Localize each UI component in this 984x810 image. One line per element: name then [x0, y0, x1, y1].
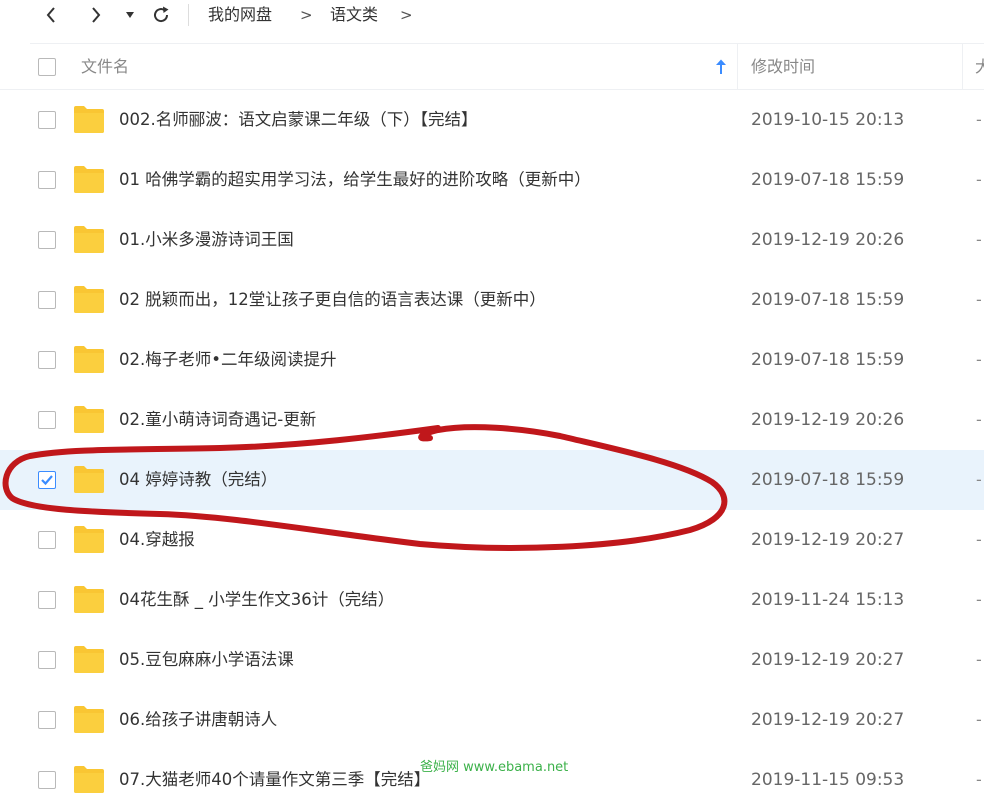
refresh-button[interactable] [148, 0, 174, 30]
file-row[interactable]: 06.给孩子讲唐朝诗人 2019-12-19 20:27 - [0, 690, 984, 750]
file-row[interactable]: 02.童小萌诗词奇遇记-更新 2019-12-19 20:26 - [0, 390, 984, 450]
column-header-name[interactable]: 文件名 [81, 44, 129, 90]
file-row[interactable]: 04花生酥 _ 小学生作文36计（完结） 2019-11-24 15:13 - [0, 570, 984, 630]
sort-ascending-icon[interactable] [715, 59, 727, 75]
file-name[interactable]: 05.豆包麻麻小学语法课 [119, 630, 294, 690]
file-name[interactable]: 002.名师郦波：语文启蒙课二年级（下）【完结】 [119, 90, 478, 150]
row-checkbox[interactable] [38, 351, 56, 369]
forward-button[interactable] [83, 0, 109, 30]
file-size: - [976, 530, 982, 549]
breadcrumb-current[interactable]: 语文类 [330, 0, 378, 30]
folder-icon [73, 284, 105, 314]
file-name[interactable]: 01.小米多漫游诗词王国 [119, 210, 294, 270]
file-size: - [976, 410, 982, 429]
file-name[interactable]: 07.大猫老师40个请量作文第三季【完结】 [119, 750, 430, 810]
file-modified-time: 2019-07-18 15:59 [751, 290, 905, 310]
select-all-checkbox[interactable] [38, 58, 56, 76]
file-row[interactable]: 01 哈佛学霸的超实用学习法，给学生最好的进阶攻略（更新中） 2019-07-18… [0, 150, 984, 210]
back-button[interactable] [38, 0, 64, 30]
file-modified-time: 2019-12-19 20:26 [751, 410, 905, 430]
row-checkbox[interactable] [38, 471, 56, 489]
row-checkbox[interactable] [38, 531, 56, 549]
file-modified-time: 2019-12-19 20:27 [751, 650, 905, 670]
file-row[interactable]: 02 脱颖而出，12堂让孩子更自信的语言表达课（更新中） 2019-07-18 1… [0, 270, 984, 330]
row-checkbox[interactable] [38, 171, 56, 189]
file-size: - [976, 290, 982, 309]
refresh-icon [154, 6, 169, 23]
file-size: - [976, 170, 982, 189]
breadcrumb-separator: > [300, 6, 313, 24]
row-checkbox[interactable] [38, 591, 56, 609]
row-checkbox[interactable] [38, 711, 56, 729]
file-row[interactable]: 05.豆包麻麻小学语法课 2019-12-19 20:27 - [0, 630, 984, 690]
file-modified-time: 2019-10-15 20:13 [751, 110, 905, 130]
row-checkbox[interactable] [38, 771, 56, 789]
file-row[interactable]: 04.穿越报 2019-12-19 20:27 - [0, 510, 984, 570]
file-size: - [976, 650, 982, 669]
breadcrumb-root[interactable]: 我的网盘 [208, 0, 272, 30]
chevron-left-icon [46, 7, 55, 23]
watermark: 爸妈网 www.ebama.net [420, 760, 569, 775]
toolbar-divider [188, 4, 189, 26]
folder-icon [73, 104, 105, 134]
file-modified-time: 2019-11-15 09:53 [751, 770, 905, 790]
folder-icon [73, 164, 105, 194]
file-modified-time: 2019-12-19 20:27 [751, 530, 905, 550]
row-checkbox[interactable] [38, 111, 56, 129]
file-modified-time: 2019-12-19 20:26 [751, 230, 905, 250]
folder-icon [73, 464, 105, 494]
file-size: - [976, 110, 982, 129]
chevron-right-icon [92, 7, 101, 23]
file-name[interactable]: 02.童小萌诗词奇遇记-更新 [119, 390, 316, 450]
column-header-size[interactable]: 大 [975, 44, 984, 90]
file-size: - [976, 590, 982, 609]
column-divider[interactable] [962, 44, 963, 90]
file-name[interactable]: 04 婷婷诗教（完结） [119, 450, 277, 510]
file-row[interactable]: 002.名师郦波：语文启蒙课二年级（下）【完结】 2019-10-15 20:13… [0, 90, 984, 150]
column-header-modified[interactable]: 修改时间 [751, 44, 815, 90]
file-size: - [976, 770, 982, 789]
file-modified-time: 2019-07-18 15:59 [751, 170, 905, 190]
file-size: - [976, 230, 982, 249]
folder-icon [73, 764, 105, 794]
file-name[interactable]: 02.梅子老师•二年级阅读提升 [119, 330, 336, 390]
folder-icon [73, 644, 105, 674]
breadcrumb-separator: > [400, 6, 413, 24]
toolbar: 我的网盘 > 语文类 > [0, 0, 984, 30]
file-row[interactable]: 04 婷婷诗教（完结） 2019-07-18 15:59 - [0, 450, 984, 510]
caret-down-icon [126, 12, 134, 18]
column-divider[interactable] [737, 44, 738, 90]
folder-icon [73, 584, 105, 614]
file-name[interactable]: 02 脱颖而出，12堂让孩子更自信的语言表达课（更新中） [119, 270, 546, 330]
row-checkbox[interactable] [38, 651, 56, 669]
file-name[interactable]: 06.给孩子讲唐朝诗人 [119, 690, 277, 750]
file-size: - [976, 710, 982, 729]
folder-icon [73, 224, 105, 254]
file-row[interactable]: 02.梅子老师•二年级阅读提升 2019-07-18 15:59 - [0, 330, 984, 390]
file-name[interactable]: 04花生酥 _ 小学生作文36计（完结） [119, 570, 394, 630]
file-modified-time: 2019-07-18 15:59 [751, 470, 905, 490]
folder-icon [73, 344, 105, 374]
folder-icon [73, 704, 105, 734]
file-size: - [976, 470, 982, 489]
file-row[interactable]: 01.小米多漫游诗词王国 2019-12-19 20:26 - [0, 210, 984, 270]
file-modified-time: 2019-07-18 15:59 [751, 350, 905, 370]
file-modified-time: 2019-11-24 15:13 [751, 590, 905, 610]
row-checkbox[interactable] [38, 411, 56, 429]
file-size: - [976, 350, 982, 369]
history-dropdown-button[interactable] [122, 0, 138, 30]
row-checkbox[interactable] [38, 231, 56, 249]
row-checkbox[interactable] [38, 291, 56, 309]
file-name[interactable]: 04.穿越报 [119, 510, 195, 570]
table-header: 文件名 修改时间 大 [0, 44, 984, 90]
file-name[interactable]: 01 哈佛学霸的超实用学习法，给学生最好的进阶攻略（更新中） [119, 150, 591, 210]
checkmark-icon [39, 472, 55, 488]
file-modified-time: 2019-12-19 20:27 [751, 710, 905, 730]
folder-icon [73, 524, 105, 554]
folder-icon [73, 404, 105, 434]
